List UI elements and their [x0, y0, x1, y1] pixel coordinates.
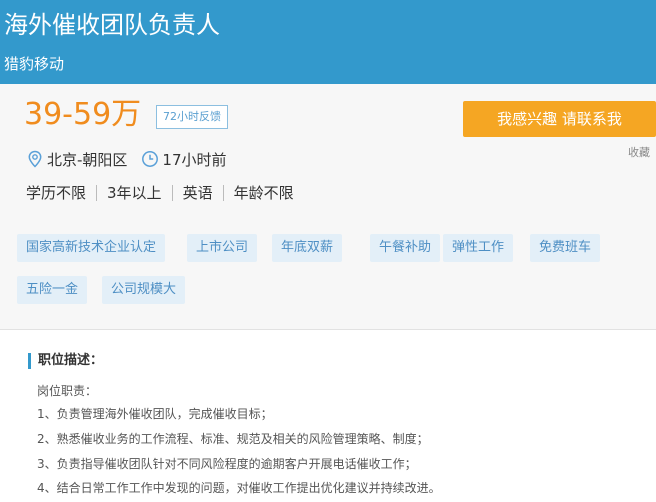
- benefit-tag: 国家高新技术企业认定: [17, 234, 166, 262]
- job-header: 海外催收团队负责人 猎豹移动: [0, 0, 656, 84]
- description-line: 岗位职责：: [37, 384, 98, 398]
- description-line: 2、熟悉催收业务的工作流程、标准、规范及相关的风险管理策略、制度；: [37, 432, 429, 446]
- requirement-language: 英语: [171, 185, 223, 201]
- benefit-tag: 上市公司: [187, 234, 258, 262]
- clock-icon: [141, 150, 159, 168]
- salary: 39-59万: [24, 97, 142, 132]
- apply-button[interactable]: 我感兴趣 请联系我: [463, 101, 656, 137]
- description-line: 3、负责指导催收团队针对不同风险程度的逾期客户开展电话催收工作；: [37, 457, 417, 471]
- job-summary: 39-59万 72小时反馈 我感兴趣 请联系我 收藏 北京-朝阳区 17小时前 …: [0, 84, 656, 330]
- description-heading: 职位描述：: [28, 353, 103, 369]
- benefit-tag: 五险一金: [17, 276, 88, 304]
- requirement-experience: 3年以上: [96, 185, 172, 201]
- favorite-link[interactable]: 收藏: [628, 146, 650, 160]
- description-line: 1、负责管理海外催收团队，完成催收目标；: [37, 407, 273, 421]
- benefit-tag: 年底双薪: [272, 234, 343, 262]
- job-title: 海外催收团队负责人: [4, 11, 220, 39]
- benefit-tag: 弹性工作: [443, 234, 514, 262]
- posted-time: 17小时前: [162, 150, 227, 169]
- benefit-tag: 公司规模大: [102, 276, 186, 304]
- benefit-tag: 午餐补助: [370, 234, 441, 262]
- location-pin-icon: [26, 150, 44, 168]
- job-meta: 北京-朝阳区 17小时前: [26, 148, 227, 170]
- company-name[interactable]: 猎豹移动: [4, 54, 64, 74]
- requirement-education: 学历不限: [26, 184, 87, 202]
- job-description: 职位描述： 岗位职责： 1、负责管理海外催收团队，完成催收目标； 2、熟悉催收业…: [0, 331, 656, 502]
- description-line: 4、结合日常工作工作中发现的问题，对催收工作提出优化建议并持续改进。: [37, 481, 441, 495]
- benefit-tag: 免费班车: [530, 234, 601, 262]
- job-requirements: 学历不限 3年以上 英语 年龄不限: [26, 182, 304, 204]
- location-text: 北京-朝阳区: [47, 150, 128, 169]
- feedback-badge: 72小时反馈: [156, 105, 228, 129]
- requirement-age: 年龄不限: [222, 185, 304, 201]
